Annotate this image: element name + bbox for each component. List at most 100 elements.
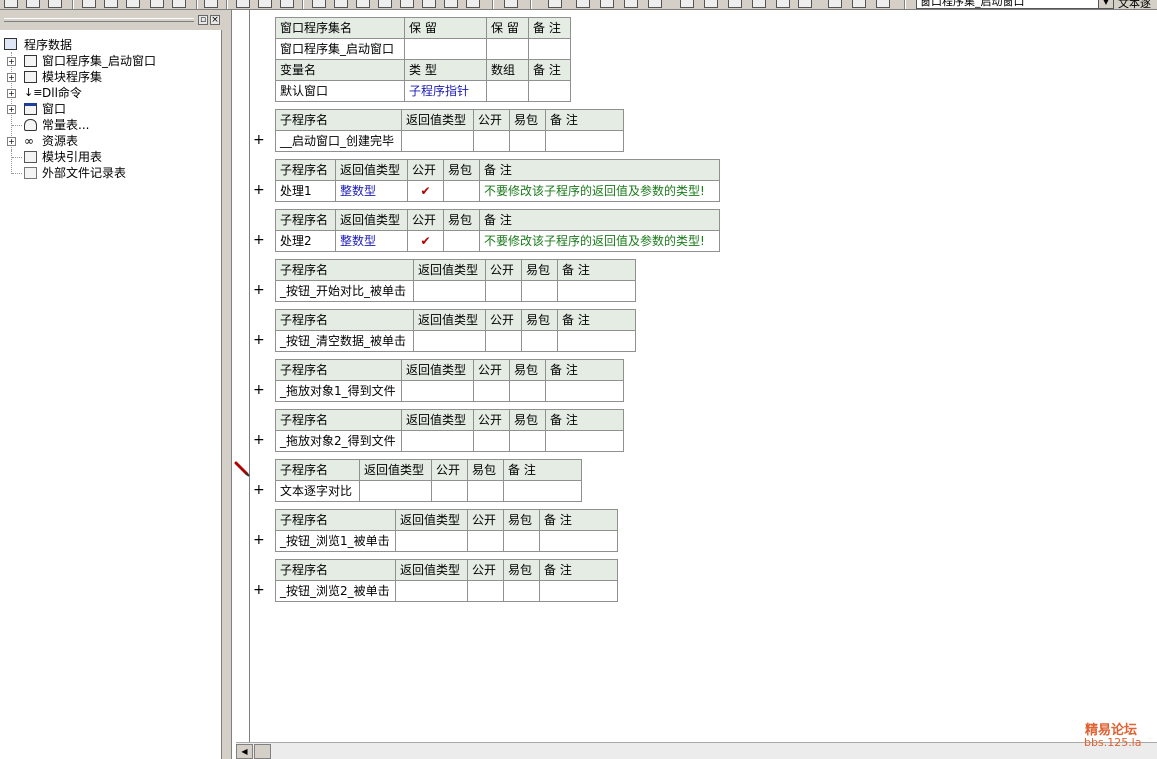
return-type-cell[interactable] (359, 480, 432, 502)
return-type-cell[interactable] (395, 530, 468, 552)
public-cell[interactable] (473, 130, 510, 152)
tree-item-window[interactable]: 窗口 (42, 101, 66, 117)
align-icon[interactable] (798, 0, 812, 8)
run-icon[interactable] (312, 0, 326, 8)
easy-pack-cell[interactable] (521, 280, 558, 302)
sub-name-cell[interactable]: 文本逐字对比 (275, 480, 360, 502)
return-type-cell[interactable] (401, 380, 474, 402)
easy-pack-cell[interactable] (443, 230, 480, 252)
align-icon[interactable] (648, 0, 662, 8)
expand-icon[interactable]: + (7, 73, 16, 82)
public-check-icon[interactable]: ✔ (407, 230, 444, 252)
layout-icon[interactable] (236, 0, 250, 8)
note-cell[interactable] (528, 38, 571, 60)
find-icon[interactable] (204, 0, 218, 8)
easy-pack-cell[interactable] (509, 130, 546, 152)
easy-pack-cell[interactable] (443, 180, 480, 202)
cut-icon[interactable] (82, 0, 96, 8)
note-cell[interactable]: 不要修改该子程序的返回值及参数的类型! (479, 230, 720, 252)
layout-icon[interactable] (280, 0, 294, 8)
tree-item-window-assembly[interactable]: 窗口程序集_启动窗口 (42, 53, 156, 69)
var-name-cell[interactable]: 默认窗口 (275, 80, 405, 102)
tree-item-dll[interactable]: Dll命令 (42, 85, 82, 101)
easy-pack-cell[interactable] (467, 480, 504, 502)
return-type-cell[interactable] (401, 130, 474, 152)
sub-name-cell[interactable]: _拖放对象2_得到文件 (275, 430, 402, 452)
chevron-down-icon[interactable]: ▼ (1098, 0, 1114, 9)
return-type-cell[interactable] (413, 280, 486, 302)
note-cell[interactable] (503, 480, 582, 502)
easy-pack-cell[interactable] (503, 530, 540, 552)
tree-item-external-file[interactable]: 外部文件记录表 (42, 165, 126, 181)
open-file-icon[interactable] (26, 0, 40, 8)
step-icon[interactable] (356, 0, 370, 8)
undo-icon[interactable] (150, 0, 164, 8)
scroll-left-icon[interactable]: ◀ (236, 744, 253, 759)
easy-pack-cell[interactable] (509, 380, 546, 402)
return-type-cell[interactable] (413, 330, 486, 352)
sub-name-cell[interactable]: _拖放对象1_得到文件 (275, 380, 402, 402)
align-icon[interactable] (624, 0, 638, 8)
expand-icon[interactable]: + (7, 57, 16, 66)
align-icon[interactable] (600, 0, 614, 8)
public-cell[interactable] (473, 430, 510, 452)
expand-sub-icon[interactable]: + (253, 483, 265, 497)
step-icon[interactable] (422, 0, 436, 8)
var-array-cell[interactable] (486, 80, 529, 102)
save-icon[interactable] (48, 0, 62, 8)
step-icon[interactable] (444, 0, 458, 8)
module-select[interactable]: 窗口程序集_启动窗口 (916, 0, 1114, 9)
tree-item-constants[interactable]: 常量表... (42, 117, 89, 133)
expand-icon[interactable]: + (7, 137, 16, 146)
expand-sub-icon[interactable]: + (253, 183, 265, 197)
public-check-icon[interactable]: ✔ (407, 180, 444, 202)
expand-icon[interactable]: + (7, 105, 16, 114)
public-cell[interactable] (473, 380, 510, 402)
align-icon[interactable] (728, 0, 742, 8)
note-cell[interactable] (545, 380, 624, 402)
sub-name-cell[interactable]: _按钮_浏览1_被单击 (275, 530, 396, 552)
align-icon[interactable] (704, 0, 718, 8)
new-file-icon[interactable] (4, 0, 18, 8)
expand-sub-icon[interactable]: + (253, 283, 265, 297)
reserved-cell[interactable] (404, 38, 487, 60)
public-cell[interactable] (467, 530, 504, 552)
easy-pack-cell[interactable] (521, 330, 558, 352)
paste-icon[interactable] (126, 0, 140, 8)
public-cell[interactable] (485, 330, 522, 352)
step-icon[interactable] (466, 0, 480, 8)
expand-sub-icon[interactable]: + (253, 233, 265, 247)
public-cell[interactable] (467, 580, 504, 602)
panel-grip[interactable] (4, 18, 194, 22)
expand-sub-icon[interactable]: + (253, 433, 265, 447)
sub-name-cell[interactable]: _按钮_开始对比_被单击 (275, 280, 414, 302)
expand-sub-icon[interactable]: + (253, 383, 265, 397)
binoculars-icon[interactable] (504, 0, 518, 8)
layout-icon[interactable] (258, 0, 272, 8)
copy-icon[interactable] (104, 0, 118, 8)
redo-icon[interactable] (172, 0, 186, 8)
reserved-cell[interactable] (486, 38, 529, 60)
panel-splitter[interactable] (222, 10, 231, 759)
sub-name-cell[interactable]: _按钮_清空数据_被单击 (275, 330, 414, 352)
align-icon[interactable] (548, 0, 562, 8)
return-type-cell[interactable]: 整数型 (335, 230, 408, 252)
var-type-cell[interactable]: 子程序指针 (404, 80, 487, 102)
note-cell[interactable] (539, 580, 618, 602)
align-icon[interactable] (776, 0, 790, 8)
tree-item-resources[interactable]: 资源表 (42, 133, 78, 149)
tree-item-module-ref[interactable]: 模块引用表 (42, 149, 102, 165)
return-type-cell[interactable] (395, 580, 468, 602)
align-icon[interactable] (576, 0, 590, 8)
tree-root[interactable]: 程序数据 (24, 37, 72, 53)
sub-name-cell[interactable]: 处理2 (275, 230, 336, 252)
public-cell[interactable] (485, 280, 522, 302)
expand-sub-icon[interactable]: + (253, 333, 265, 347)
sub-name-cell[interactable]: 处理1 (275, 180, 336, 202)
note-cell[interactable] (545, 430, 624, 452)
note-cell[interactable] (545, 130, 624, 152)
scroll-thumb[interactable] (254, 744, 271, 759)
expand-sub-icon[interactable]: + (253, 533, 265, 547)
note-cell[interactable] (557, 280, 636, 302)
tree-item-module-assembly[interactable]: 模块程序集 (42, 69, 102, 85)
